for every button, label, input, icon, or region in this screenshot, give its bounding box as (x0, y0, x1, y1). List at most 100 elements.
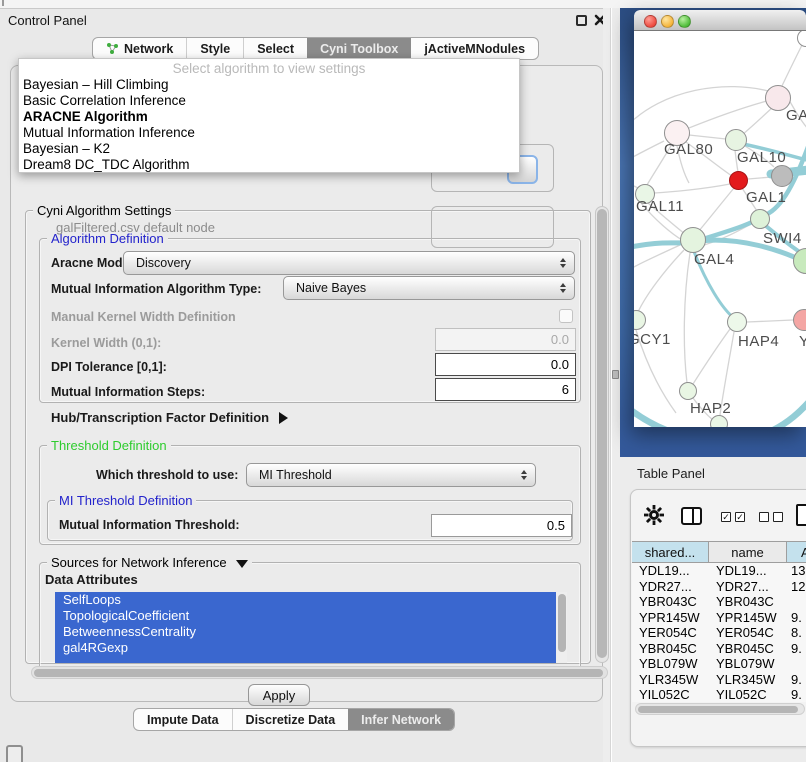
network-node[interactable] (727, 312, 747, 332)
table-body: YDL19...YDL19...13YDR27...YDR27...12YBR0… (632, 563, 806, 702)
network-node[interactable] (680, 227, 706, 253)
hub-section-toggle[interactable]: Hub/Transcription Factor Definition (51, 410, 288, 425)
table-cell[interactable]: 9. (787, 641, 806, 657)
table-cell[interactable]: 9. (787, 672, 806, 688)
float-panel-icon[interactable] (576, 15, 587, 26)
mi-threshold-input[interactable]: 0.5 (431, 514, 572, 537)
table-cell[interactable]: YBR045C (632, 641, 709, 657)
algorithm-option[interactable]: Basic Correlation Inference (19, 93, 519, 109)
table-cell[interactable]: YER054C (632, 625, 709, 641)
network-node[interactable] (725, 129, 747, 151)
algorithm-option[interactable]: Bayesian – Hill Climbing (19, 77, 519, 93)
table-cell[interactable]: YBR043C (632, 594, 709, 610)
algorithm-option[interactable]: ARACNE Algorithm (19, 109, 519, 125)
network-window-titlebar[interactable] (634, 10, 806, 31)
table-row[interactable]: YDL19...YDL19...13 (632, 563, 806, 579)
table-row[interactable]: YBR043CYBR043C (632, 594, 806, 610)
table-cell[interactable]: 13 (787, 563, 806, 579)
network-canvas[interactable]: GAL GAL80 GAL10 GAL1 GAL11 SWI4 GAL4 GCY… (634, 31, 806, 427)
table-row[interactable]: YLR345WYLR345W9. (632, 672, 806, 688)
sources-toggle[interactable]: Sources for Network Inference (47, 555, 252, 570)
algorithm-option[interactable]: Bayesian – K2 (19, 141, 519, 157)
tab-style[interactable]: Style (186, 38, 243, 59)
attribute-item-selected[interactable]: gal4RGexp (55, 640, 556, 656)
table-cell[interactable] (787, 656, 806, 672)
table-cell[interactable]: 12 (787, 579, 806, 595)
table-row[interactable]: YPR145WYPR145W9. (632, 610, 806, 626)
node-label: GAL10 (737, 149, 786, 166)
network-node[interactable] (750, 209, 770, 229)
divider-handle-icon[interactable] (612, 370, 619, 379)
tab-cyni-toolbox[interactable]: Cyni Toolbox (307, 38, 411, 59)
top-tick (2, 0, 4, 6)
column-header[interactable]: name (709, 542, 787, 562)
table-cell[interactable]: YIL052C (709, 687, 787, 702)
attribute-item-partial[interactable] (55, 656, 556, 663)
table-row[interactable]: YER054CYER054C8. (632, 625, 806, 641)
table-row[interactable]: YBL079WYBL079W (632, 656, 806, 672)
kernel-width-input[interactable]: 0.0 (435, 328, 576, 351)
which-threshold-select[interactable]: MI Threshold (246, 463, 536, 487)
table-horizontal-scrollbar[interactable] (635, 703, 805, 715)
tab-network[interactable]: Network (93, 38, 186, 59)
split-columns-icon[interactable] (681, 507, 702, 525)
table-cell[interactable]: 9. (787, 610, 806, 626)
table-cell[interactable]: YPR145W (632, 610, 709, 626)
table-cell[interactable]: YBL079W (632, 656, 709, 672)
attribute-item-selected[interactable]: TopologicalCoefficient (55, 608, 556, 624)
attribute-item-selected[interactable]: SelfLoops (55, 592, 556, 608)
list-scrollbar[interactable] (556, 592, 567, 663)
column-header[interactable]: shared... (632, 542, 709, 562)
table-row[interactable]: YDR27...YDR27...12 (632, 579, 806, 595)
table-cell[interactable]: YBR043C (709, 594, 787, 610)
table-row[interactable]: YIL052CYIL052C9. (632, 687, 806, 702)
algorithm-option[interactable]: Dream8 DC_TDC Algorithm (19, 157, 519, 173)
mi-type-select[interactable]: Naive Bayes (283, 276, 575, 300)
network-node[interactable] (679, 382, 697, 400)
table-cell[interactable]: YIL052C (632, 687, 709, 702)
table-cell[interactable]: YBL079W (709, 656, 787, 672)
gear-icon[interactable] (644, 505, 664, 525)
aracne-mode-select[interactable]: Discovery (123, 251, 575, 275)
horizontal-scrollbar[interactable] (31, 666, 608, 679)
table-cell[interactable]: YBR045C (709, 641, 787, 657)
network-node-selected-red[interactable] (729, 171, 748, 190)
bottom-tabs: Impute DataDiscretize DataInfer Network (133, 708, 455, 731)
network-view-window[interactable]: GAL GAL80 GAL10 GAL1 GAL11 SWI4 GAL4 GCY… (634, 10, 806, 427)
table-cell[interactable]: YER054C (709, 625, 787, 641)
manual-kernel-checkbox[interactable] (559, 309, 573, 323)
select-all-columns-icon[interactable]: ✓✓ (721, 512, 745, 522)
new-table-icon[interactable] (796, 504, 806, 526)
column-header[interactable]: A (787, 542, 806, 562)
table-cell[interactable]: YDR27... (709, 579, 787, 595)
deselect-all-columns-icon[interactable] (759, 512, 783, 522)
apply-button[interactable]: Apply (248, 684, 310, 706)
table-cell[interactable]: YLR345W (709, 672, 787, 688)
table-cell[interactable]: YDL19... (632, 563, 709, 579)
minimize-window-icon[interactable] (661, 15, 674, 28)
table-cell[interactable]: YDL19... (709, 563, 787, 579)
tab-jactivemnodules[interactable]: jActiveMNodules (411, 38, 538, 59)
table-cell[interactable]: YLR345W (632, 672, 709, 688)
minimized-panel-icon[interactable] (6, 745, 23, 762)
zoom-window-icon[interactable] (678, 15, 691, 28)
mi-steps-input[interactable]: 6 (435, 378, 576, 401)
network-node[interactable] (771, 165, 793, 187)
tab-select[interactable]: Select (243, 38, 307, 59)
close-window-icon[interactable] (644, 15, 657, 28)
table-cell[interactable]: YDR27... (632, 579, 709, 595)
dpi-tolerance-input[interactable]: 0.0 (435, 353, 576, 376)
table-cell[interactable] (787, 594, 806, 610)
table-row[interactable]: YBR045CYBR045C9. (632, 641, 806, 657)
tab-impute-data[interactable]: Impute Data (134, 709, 232, 730)
tab-infer-network[interactable]: Infer Network (348, 709, 454, 730)
tab-discretize-data[interactable]: Discretize Data (232, 709, 349, 730)
table-cell[interactable]: YPR145W (709, 610, 787, 626)
expanded-arrow-icon (236, 560, 248, 568)
table-cell[interactable]: 8. (787, 625, 806, 641)
data-attributes-list[interactable]: SelfLoopsTopologicalCoefficientBetweenne… (55, 592, 567, 663)
attribute-item-selected[interactable]: BetweennessCentrality (55, 624, 556, 640)
algorithm-option[interactable]: Mutual Information Inference (19, 125, 519, 141)
vertical-scrollbar[interactable] (595, 206, 609, 663)
table-cell[interactable]: 9. (787, 687, 806, 702)
